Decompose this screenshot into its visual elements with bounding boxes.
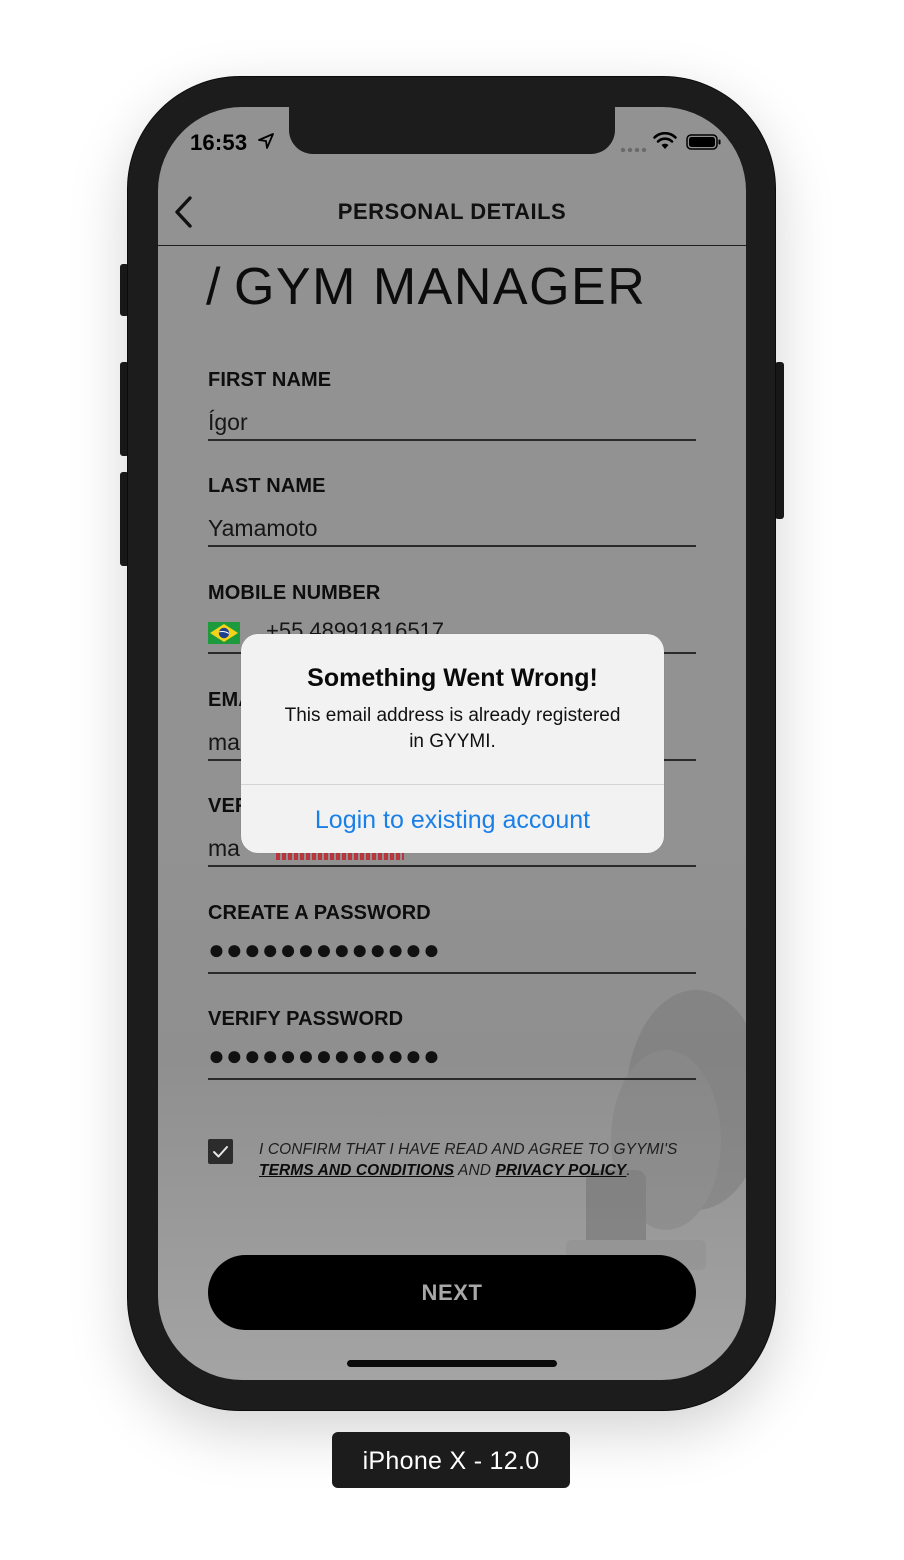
terms-checkbox[interactable] xyxy=(208,1139,233,1164)
cellular-signal-icon xyxy=(620,147,647,153)
navigation-bar: PERSONAL DETAILS xyxy=(158,179,746,246)
app-screen: 16:53 PERSONAL DETAILS / GYM MANAGER FIR… xyxy=(158,107,746,1380)
battery-icon xyxy=(686,134,721,150)
mobile-number-label: MOBILE NUMBER xyxy=(208,582,381,604)
brand-name: GYM MANAGER xyxy=(233,258,647,316)
alert-message: This email address is already registered… xyxy=(284,705,621,752)
first-name-label: FIRST NAME xyxy=(208,369,332,391)
verify-password-input[interactable]: ●●●●●●●●●●●●● xyxy=(208,1040,441,1072)
location-arrow-icon xyxy=(258,133,274,149)
verify-email-input[interactable]: ma xyxy=(208,835,240,862)
consent-suffix: . xyxy=(626,1162,631,1179)
status-time: 16:53 xyxy=(190,130,248,155)
alert-title: Something Went Wrong! xyxy=(307,664,598,692)
next-button[interactable]: NEXT xyxy=(208,1255,696,1330)
consent-prefix: I CONFIRM THAT I HAVE READ AND AGREE TO … xyxy=(259,1141,678,1158)
device-caption: iPhone X - 12.0 xyxy=(332,1432,570,1488)
simulator-stage: 16:53 PERSONAL DETAILS / GYM MANAGER FIR… xyxy=(0,0,904,1560)
first-name-field[interactable]: FIRST NAME Ígor xyxy=(208,369,696,441)
create-password-field[interactable]: CREATE A PASSWORD ●●●●●●●●●●●●● xyxy=(208,902,696,974)
create-password-input[interactable]: ●●●●●●●●●●●●● xyxy=(208,934,441,966)
email-input[interactable]: ma xyxy=(208,729,240,756)
first-name-input[interactable]: Ígor xyxy=(208,409,248,436)
terms-consent-text: I CONFIRM THAT I HAVE READ AND AGREE TO … xyxy=(259,1139,679,1181)
create-password-label: CREATE A PASSWORD xyxy=(208,902,431,924)
login-existing-account-button[interactable]: Login to existing account xyxy=(241,785,664,853)
home-indicator[interactable] xyxy=(347,1360,557,1367)
last-name-label: LAST NAME xyxy=(208,475,326,497)
consent-and: AND xyxy=(454,1162,496,1179)
brazil-flag-icon[interactable] xyxy=(208,622,240,644)
page-title: PERSONAL DETAILS xyxy=(337,199,567,224)
power-button xyxy=(775,362,784,519)
last-name-field[interactable]: LAST NAME Yamamoto xyxy=(208,475,696,547)
wifi-icon xyxy=(653,132,677,149)
brand-heading: / GYM MANAGER xyxy=(206,257,646,317)
verify-password-label: VERIFY PASSWORD xyxy=(208,1008,404,1030)
terms-and-conditions-link[interactable]: TERMS AND CONDITIONS xyxy=(259,1162,454,1179)
error-alert-dialog: Something Went Wrong! This email address… xyxy=(241,634,664,853)
checkmark-icon xyxy=(213,1146,228,1158)
display-notch xyxy=(289,107,615,154)
brand-slash: / xyxy=(206,258,222,316)
verify-password-field[interactable]: VERIFY PASSWORD ●●●●●●●●●●●●● xyxy=(208,1008,696,1080)
last-name-input[interactable]: Yamamoto xyxy=(208,515,318,542)
privacy-policy-link[interactable]: PRIVACY POLICY xyxy=(495,1162,626,1179)
